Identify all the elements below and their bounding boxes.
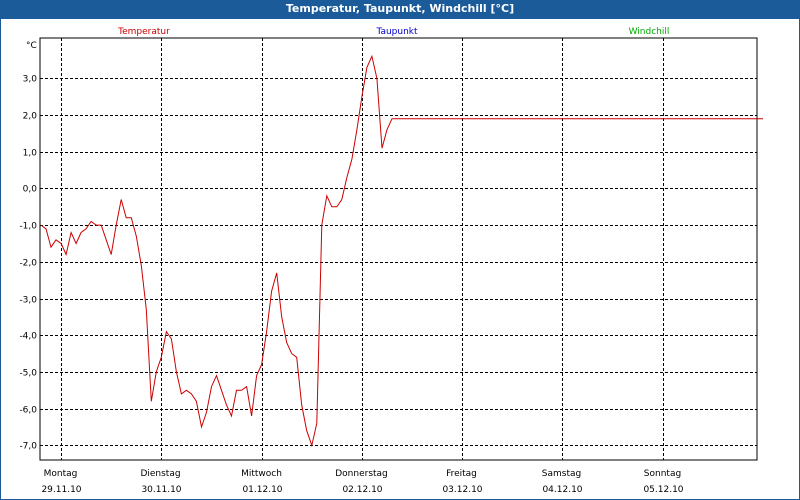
x-tick-day: Freitag	[446, 469, 477, 479]
x-tick-day: Mittwoch	[241, 469, 282, 479]
legend: Temperatur Taupunkt Windchill	[117, 27, 669, 37]
x-tick-day: Dienstag	[140, 469, 180, 479]
x-tick-date: 03.12.10	[442, 485, 482, 495]
x-tick-date: 05.12.10	[643, 485, 683, 495]
y-tick-label: 2,0	[23, 112, 38, 122]
x-axis: Montag 29.11.10 Dienstag 30.11.10 Mittwoch 01…	[41, 469, 683, 495]
y-axis: 3,0 2,0 1,0 0,0 -1,0 -2,0 -3,0 -4,0 -5,0 -6,0 -7,0…	[19, 41, 37, 452]
x-tick-day: Montag	[44, 469, 78, 479]
y-tick-label: -7,0	[19, 442, 37, 452]
legend-item: Windchill	[629, 27, 670, 37]
y-tick-label: 3,0	[23, 75, 38, 85]
grid	[39, 37, 758, 461]
y-tick-label: 0,0	[23, 185, 38, 195]
y-tick-label: -3,0	[19, 296, 37, 306]
y-tick-label: -1,0	[19, 222, 37, 232]
y-tick-label: -2,0	[19, 259, 37, 269]
series-layer	[40, 54, 763, 448]
x-tick-date: 01.12.10	[242, 485, 282, 495]
x-tick-date: 30.11.10	[141, 485, 181, 495]
legend-item: Temperatur	[117, 27, 170, 37]
y-axis-unit: °C	[26, 41, 37, 51]
legend-item: Taupunkt	[375, 27, 418, 37]
x-tick-date: 02.12.10	[342, 485, 382, 495]
y-tick-label: -5,0	[19, 369, 37, 379]
y-tick-label: 1,0	[23, 149, 38, 159]
y-tick-label: -6,0	[19, 406, 37, 416]
series-line-temperatur	[40, 54, 763, 448]
x-tick-day: Donnerstag	[335, 469, 388, 479]
x-tick-day: Sonntag	[644, 469, 681, 479]
plot-area	[39, 37, 758, 461]
y-tick-label: -4,0	[19, 332, 37, 342]
x-tick-date: 29.11.10	[41, 485, 81, 495]
x-tick-day: Samstag	[542, 469, 581, 479]
x-tick-date: 04.12.10	[542, 485, 582, 495]
chart-canvas: 3,0 2,0 1,0 0,0 -1,0 -2,0 -3,0 -4,0 -5,0 -6,0 -7,0…	[19, 27, 763, 495]
